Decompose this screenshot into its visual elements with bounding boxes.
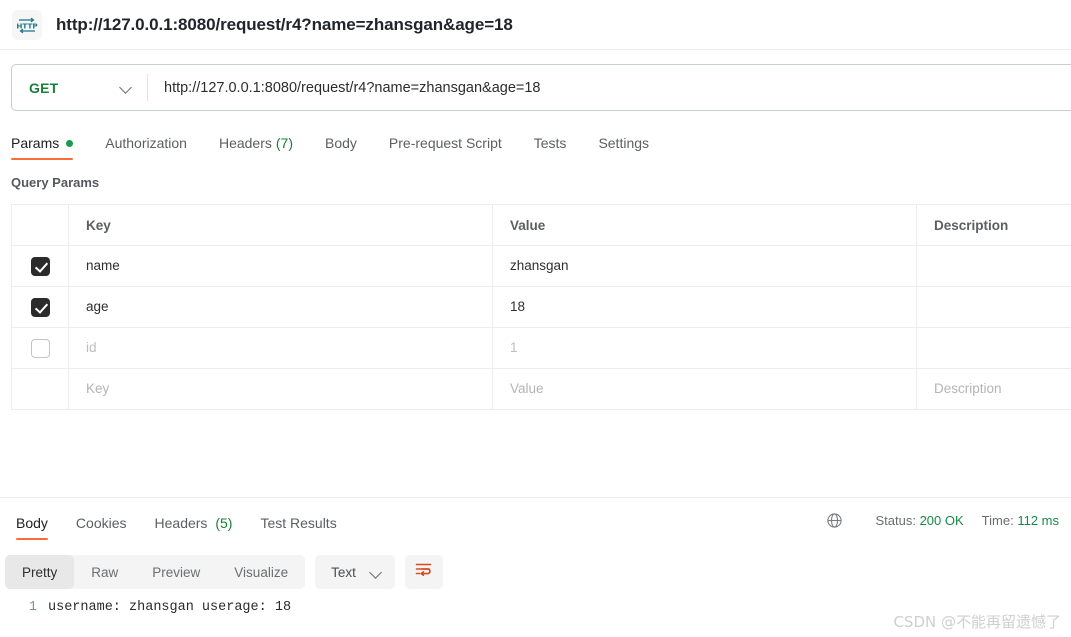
response-tab-bar: Body Cookies Headers (5) Test Results (2, 508, 351, 540)
table-row: age 18 (12, 287, 1071, 328)
tab-settings[interactable]: Settings (598, 135, 649, 160)
table-row: id 1 (12, 328, 1071, 369)
view-mode-pretty[interactable]: Pretty (5, 555, 74, 589)
param-enabled-checkbox[interactable] (31, 257, 50, 276)
new-param-key-placeholder: Key (86, 381, 109, 396)
tab-pre-request-script[interactable]: Pre-request Script (389, 135, 502, 160)
response-tab-headers-label: Headers (155, 515, 208, 531)
status-label: Status: (875, 513, 915, 528)
response-tab-headers-count: (5) (215, 515, 232, 531)
view-mode-visualize[interactable]: Visualize (217, 555, 305, 589)
param-key-cell[interactable]: id (69, 328, 493, 369)
chevron-down-icon (370, 566, 383, 579)
params-modified-dot (66, 140, 73, 147)
param-value-cell[interactable]: 1 (493, 328, 917, 369)
query-params-title: Query Params (11, 175, 99, 190)
status-item: Status: 200 OK (875, 513, 963, 528)
response-tab-cookies[interactable]: Cookies (76, 515, 127, 540)
response-tab-body-label: Body (16, 515, 48, 531)
window-titlebar: HTTP http://127.0.0.1:8080/request/r4?na… (0, 0, 1071, 50)
request-tab-bar: Params Authorization Headers (7) Body Pr… (11, 128, 649, 160)
response-format-dropdown[interactable]: Text (315, 555, 395, 589)
param-key-cell[interactable]: age (69, 287, 493, 328)
table-row: name zhansgan (12, 246, 1071, 287)
param-enabled-checkbox[interactable] (31, 339, 50, 358)
request-url-input[interactable]: http://127.0.0.1:8080/request/r4?name=zh… (148, 65, 1071, 110)
request-url-bar: GET http://127.0.0.1:8080/request/r4?nam… (11, 64, 1071, 111)
tab-authorization-label: Authorization (105, 135, 187, 151)
tab-headers-count: (7) (276, 135, 293, 151)
tab-tests-label: Tests (534, 135, 567, 151)
response-status-bar: Status: 200 OK Time: 112 ms (826, 512, 1059, 529)
query-params-table: Key Value Description name zhansgan (11, 204, 1071, 410)
status-value: 200 OK (920, 513, 964, 528)
word-wrap-icon (414, 560, 433, 584)
param-value-cell[interactable]: zhansgan (493, 246, 917, 287)
http-method-label: GET (29, 80, 58, 96)
row-checkbox-wrap (12, 298, 69, 317)
tab-tests[interactable]: Tests (534, 135, 567, 160)
response-viewer-toolbar: Pretty Raw Preview Visualize Text (5, 555, 443, 589)
row-checkbox-wrap (12, 339, 69, 358)
new-param-key-cell[interactable]: Key (69, 369, 493, 410)
view-mode-preview[interactable]: Preview (135, 555, 217, 589)
table-row-new: Key Value Description (12, 369, 1071, 410)
tab-headers[interactable]: Headers (7) (219, 135, 293, 160)
param-key-cell[interactable]: name (69, 246, 493, 287)
view-mode-raw[interactable]: Raw (74, 555, 135, 589)
http-protocol-icon: HTTP (12, 10, 42, 40)
time-label: Time: (982, 513, 1014, 528)
watermark-text: CSDN @不能再留遗憾了 (893, 611, 1061, 632)
view-mode-group: Pretty Raw Preview Visualize (5, 555, 305, 589)
http-method-dropdown[interactable]: GET (12, 65, 147, 110)
header-value: Value (493, 205, 917, 246)
tab-settings-label: Settings (598, 135, 649, 151)
tab-headers-label: Headers (219, 135, 272, 151)
word-wrap-toggle[interactable] (405, 555, 443, 589)
param-value: 18 (510, 299, 525, 314)
new-param-value-placeholder: Value (510, 381, 544, 396)
param-description-cell[interactable] (917, 328, 1071, 369)
tab-params[interactable]: Params (11, 135, 73, 160)
tab-params-label: Params (11, 135, 59, 151)
param-key: name (86, 258, 120, 273)
header-key: Key (69, 205, 493, 246)
param-description-cell[interactable] (917, 246, 1071, 287)
globe-icon (826, 512, 843, 529)
line-number: 1 (0, 598, 48, 618)
param-enabled-checkbox[interactable] (31, 298, 50, 317)
response-tab-test-results-label: Test Results (260, 515, 336, 531)
tab-body-label: Body (325, 135, 357, 151)
tab-authorization[interactable]: Authorization (105, 135, 187, 160)
new-param-value-cell[interactable]: Value (493, 369, 917, 410)
response-body-line: username: zhansgan userage: 18 (48, 598, 291, 618)
time-value: 112 ms (1017, 513, 1059, 528)
time-item: Time: 112 ms (982, 513, 1059, 528)
param-value: zhansgan (510, 258, 569, 273)
header-description: Description (917, 205, 1071, 246)
param-description-cell[interactable] (917, 287, 1071, 328)
chevron-down-icon (120, 81, 133, 94)
table-header-row: Key Value Description (12, 205, 1071, 246)
param-value-cell[interactable]: 18 (493, 287, 917, 328)
param-key: age (86, 299, 109, 314)
param-key: id (86, 340, 97, 355)
svg-text:HTTP: HTTP (16, 21, 37, 30)
param-value: 1 (510, 340, 518, 355)
new-param-description-cell[interactable]: Description (917, 369, 1071, 410)
response-tab-headers[interactable]: Headers (5) (155, 515, 233, 540)
tab-pre-request-script-label: Pre-request Script (389, 135, 502, 151)
response-tab-body[interactable]: Body (16, 515, 48, 540)
tab-body[interactable]: Body (325, 135, 357, 160)
window-title: http://127.0.0.1:8080/request/r4?name=zh… (56, 15, 513, 35)
row-checkbox-wrap (12, 257, 69, 276)
response-section-divider (0, 497, 1071, 498)
response-tab-cookies-label: Cookies (76, 515, 127, 531)
new-param-description-placeholder: Description (934, 381, 1002, 396)
response-format-label: Text (331, 565, 356, 580)
postman-request-window: HTTP http://127.0.0.1:8080/request/r4?na… (0, 0, 1071, 637)
header-checkbox-cell (12, 205, 69, 246)
response-tab-test-results[interactable]: Test Results (260, 515, 336, 540)
